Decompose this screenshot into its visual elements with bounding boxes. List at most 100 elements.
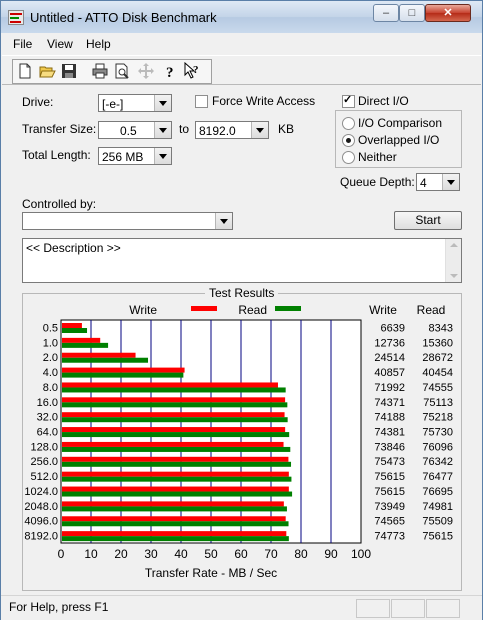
- print-icon[interactable]: [91, 62, 109, 80]
- queue-depth-label: Queue Depth:: [340, 175, 415, 189]
- write-bar: [62, 486, 289, 492]
- x-tick-label: 70: [264, 547, 278, 561]
- app-window: Untitled - ATTO Disk Benchmark ‒ □ ✕ Fil…: [0, 0, 483, 620]
- direct-io-label: Direct I/O: [358, 94, 409, 108]
- chevron-down-icon: [251, 122, 268, 138]
- legend-write-label: Write: [129, 303, 157, 317]
- overlapped-io-label: Overlapped I/O: [358, 133, 440, 147]
- queue-depth-select[interactable]: 4: [416, 173, 460, 191]
- title-bar[interactable]: Untitled - ATTO Disk Benchmark ‒ □ ✕: [1, 1, 482, 33]
- write-bar: [62, 501, 284, 507]
- x-tick-label: 10: [84, 547, 98, 561]
- total-length-select[interactable]: 256 MB: [98, 147, 172, 165]
- read-value: 15360: [422, 337, 453, 349]
- description-text: << Description >>: [26, 241, 121, 255]
- description-textarea[interactable]: << Description >>: [22, 238, 462, 283]
- radio-overlapped-io[interactable]: [342, 134, 355, 147]
- legend-write-swatch: [191, 306, 217, 311]
- x-tick-label: 80: [294, 547, 308, 561]
- move-icon[interactable]: [137, 62, 155, 80]
- transfer-size-from-select[interactable]: 0.5: [98, 121, 172, 139]
- open-icon[interactable]: [38, 62, 56, 80]
- transfer-size-label: Transfer Size:: [22, 122, 97, 136]
- read-bar: [62, 342, 109, 348]
- radio-neither[interactable]: [342, 151, 355, 164]
- read-bar: [62, 536, 289, 542]
- start-button[interactable]: Start: [394, 211, 462, 230]
- status-bar: For Help, press F1: [1, 595, 482, 620]
- read-bar: [62, 476, 292, 482]
- read-value: 75218: [422, 412, 453, 424]
- read-value: 74981: [422, 501, 453, 513]
- main-form: Drive: [-e-] Force Write Access Direct I…: [2, 85, 481, 595]
- help-icon[interactable]: ?: [161, 62, 179, 80]
- menu-file[interactable]: File: [13, 37, 32, 51]
- y-tick-label: 8192.0: [24, 531, 58, 543]
- minimize-icon: ‒: [382, 7, 390, 19]
- kb-label: KB: [278, 122, 295, 136]
- y-tick-label: 0.5: [43, 322, 58, 334]
- read-bar: [62, 491, 293, 497]
- read-value: 75113: [423, 397, 453, 409]
- write-value: 24514: [374, 352, 405, 364]
- menu-view[interactable]: View: [47, 37, 73, 51]
- write-bar: [62, 352, 136, 358]
- x-tick-label: 30: [144, 547, 158, 561]
- menu-help[interactable]: Help: [86, 37, 111, 51]
- y-tick-label: 2.0: [43, 352, 58, 364]
- status-pane-1: [356, 599, 390, 618]
- maximize-button[interactable]: □: [399, 4, 425, 22]
- drive-select[interactable]: [-e-]: [98, 94, 172, 112]
- legend-read-label: Read: [238, 303, 267, 317]
- print-preview-icon[interactable]: [113, 62, 131, 80]
- write-bar: [62, 337, 101, 343]
- read-value: 76096: [422, 441, 453, 453]
- y-tick-label: 8.0: [43, 382, 58, 394]
- to-label: to: [179, 122, 190, 136]
- y-tick-label: 512.0: [30, 471, 58, 483]
- write-value: 74371: [374, 397, 405, 409]
- description-scrollbar[interactable]: [445, 239, 461, 282]
- write-bar: [62, 397, 286, 403]
- drive-label: Drive:: [22, 95, 54, 109]
- status-pane-2: [391, 599, 425, 618]
- controlled-by-select[interactable]: [22, 212, 233, 230]
- scroll-up-icon: [450, 243, 458, 247]
- force-write-checkbox[interactable]: [195, 95, 208, 108]
- read-value: 75730: [422, 427, 453, 439]
- radio-io-comparison[interactable]: [342, 117, 355, 130]
- write-value: 40857: [374, 367, 405, 379]
- toolbar-button-group: ? ?: [12, 59, 212, 84]
- write-value: 71992: [374, 382, 405, 394]
- context-help-icon[interactable]: ?: [183, 62, 201, 80]
- direct-io-checkbox[interactable]: [342, 93, 355, 108]
- results-chart: Write Read Write Read 0 10 20 30 40 50 60 70 80 9…: [24, 303, 453, 580]
- minimize-button[interactable]: ‒: [373, 4, 399, 22]
- test-results-group: Test Results Write Read Write Read 0 10 20…: [22, 286, 462, 591]
- read-value: 74555: [422, 382, 453, 394]
- maximize-icon: □: [408, 7, 416, 19]
- write-bar: [62, 382, 278, 388]
- read-bar: [62, 357, 149, 363]
- read-bar: [62, 372, 184, 378]
- force-write-label: Force Write Access: [212, 94, 316, 108]
- transfer-from-value: 0.5: [120, 124, 137, 138]
- drive-value: [-e-]: [102, 97, 124, 111]
- x-tick-label: 100: [351, 547, 371, 561]
- write-bar: [62, 456, 289, 462]
- y-tick-label: 64.0: [37, 427, 58, 439]
- save-icon[interactable]: [60, 62, 78, 80]
- menu-bar: File View Help: [1, 34, 482, 54]
- read-bar: [62, 417, 288, 423]
- read-value: 40454: [422, 367, 453, 379]
- write-bar: [62, 531, 287, 537]
- svg-text:?: ?: [166, 65, 174, 80]
- new-icon[interactable]: [16, 62, 34, 80]
- y-tick-label: 2048.0: [24, 501, 58, 513]
- x-axis-label: Transfer Rate - MB / Sec: [145, 566, 277, 580]
- y-tick-label: 1024.0: [24, 486, 58, 498]
- read-bar: [62, 328, 88, 333]
- toolbar: ? ?: [2, 55, 481, 85]
- close-button[interactable]: ✕: [425, 4, 471, 22]
- transfer-size-to-select[interactable]: 8192.0: [195, 121, 269, 139]
